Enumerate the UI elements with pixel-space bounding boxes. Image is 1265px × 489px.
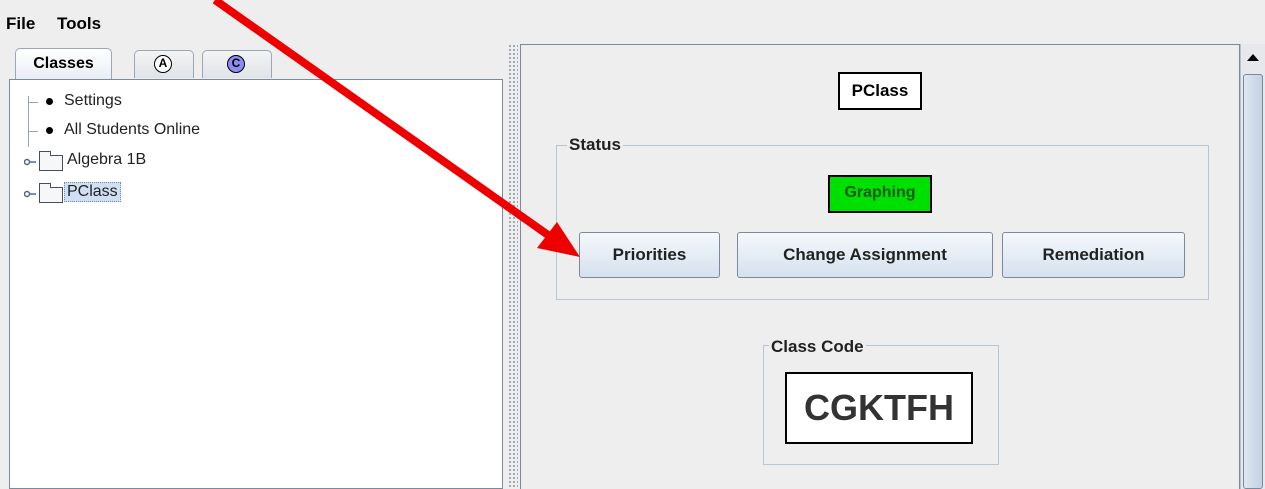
tree-item-algebra-1b-label: Algebra 1B — [67, 151, 147, 168]
tab-classes-label: Classes — [33, 55, 94, 72]
change-assignment-button[interactable]: Change Assignment — [737, 232, 993, 278]
remediation-button[interactable]: Remediation — [1002, 232, 1185, 278]
tree-guide-line — [28, 131, 38, 132]
tree-item-pclass-label: PClass — [64, 182, 121, 202]
circled-a-icon: A — [154, 55, 172, 73]
priorities-button[interactable]: Priorities — [579, 232, 720, 278]
expand-key-icon[interactable] — [24, 190, 36, 198]
bullet-icon — [46, 98, 53, 105]
tree-guide-line — [28, 102, 38, 103]
tab-classes[interactable]: Classes — [15, 48, 112, 79]
status-group-title: Status — [567, 135, 623, 155]
vertical-scrollbar[interactable] — [1240, 44, 1265, 489]
tree-item-all-students-online-label: All Students Online — [64, 121, 201, 138]
tab-c[interactable]: C — [202, 50, 272, 78]
menu-file[interactable]: File — [6, 14, 35, 34]
menu-bar: File Tools — [0, 0, 1265, 40]
class-code-value: CGKTFH — [785, 372, 973, 444]
menu-tools[interactable]: Tools — [57, 14, 101, 34]
tab-a[interactable]: A — [134, 50, 194, 78]
circled-c-icon: C — [227, 55, 245, 73]
expand-key-icon[interactable] — [24, 158, 36, 166]
tree-guide-line — [28, 96, 29, 147]
tree-item-settings-label: Settings — [64, 92, 122, 109]
split-pane-divider[interactable] — [508, 44, 518, 489]
scroll-up-arrow-icon[interactable] — [1247, 54, 1259, 61]
status-badge: Graphing — [828, 175, 932, 213]
class-name-label: PClass — [838, 72, 922, 110]
folder-icon — [39, 151, 63, 171]
scrollbar-thumb[interactable] — [1243, 74, 1263, 489]
bullet-icon — [46, 127, 53, 134]
class-code-group-title: Class Code — [769, 337, 866, 357]
class-tree[interactable]: Settings All Students Online Algebra 1B … — [9, 79, 503, 489]
folder-icon — [39, 183, 63, 203]
left-panel: Classes A C Settings All Students Online… — [6, 44, 508, 489]
